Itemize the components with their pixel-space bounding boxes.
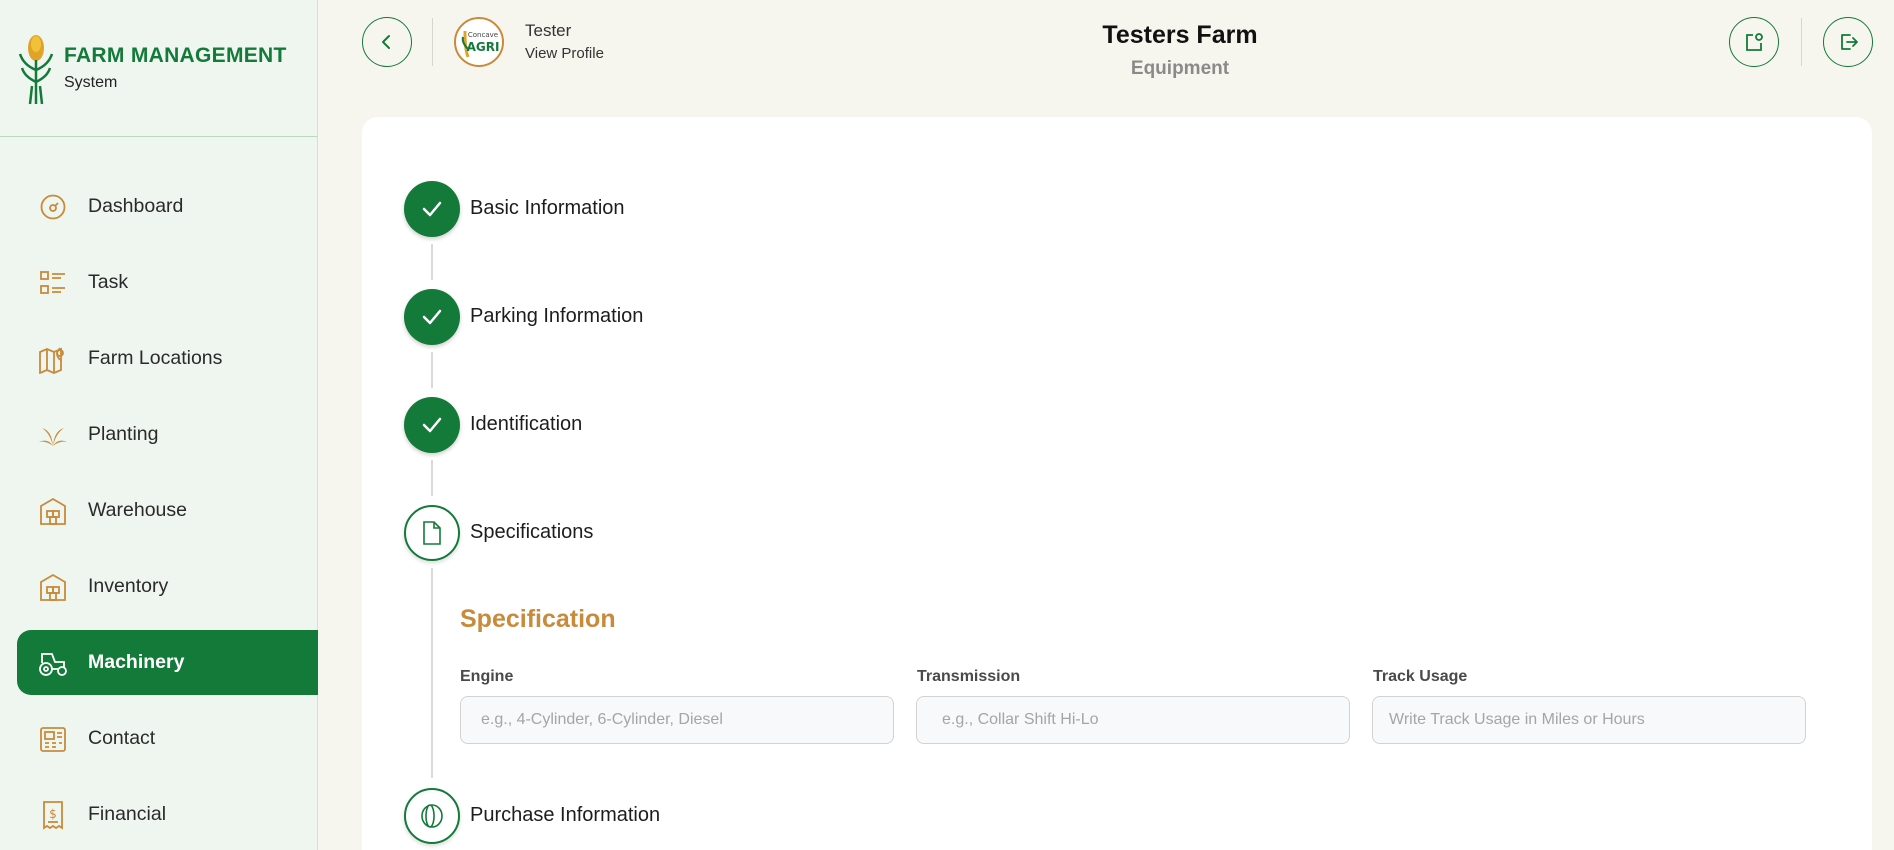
map-pin-icon (38, 344, 68, 374)
contact-book-icon (38, 724, 68, 754)
specification-section-title: Specification (460, 605, 616, 633)
avatar-text-bottom: AGRI (467, 40, 500, 54)
header-divider (432, 18, 433, 66)
sidebar-item-label: Contact (88, 727, 156, 749)
receipt-dollar-icon: $ (38, 800, 68, 830)
sidebar-item-warehouse[interactable]: Warehouse (17, 478, 318, 543)
page-title: Equipment (1130, 58, 1230, 79)
sidebar-item-label: Inventory (88, 575, 169, 597)
track-usage-label: Track Usage (1373, 668, 1468, 685)
sidebar-item-label: Machinery (88, 651, 185, 673)
step-connector (431, 568, 433, 778)
inventory-icon (38, 572, 68, 602)
track-usage-input[interactable] (1372, 696, 1806, 744)
check-icon (422, 309, 442, 325)
sidebar-item-planting[interactable]: Planting (17, 402, 318, 467)
step-purchase-information-label[interactable]: Purchase Information (470, 804, 660, 827)
transmission-input[interactable] (916, 696, 1350, 744)
share-button[interactable] (1729, 17, 1779, 67)
warehouse-icon (38, 496, 68, 526)
share-icon (1746, 33, 1763, 51)
step-identification-label[interactable]: Identification (470, 413, 582, 436)
sidebar-item-inventory[interactable]: Inventory (17, 554, 318, 619)
view-profile-link[interactable]: View Profile (525, 45, 604, 62)
sidebar-nav: Dashboard Task Farm Locations Planting W… (17, 174, 318, 850)
step-identification-indicator[interactable] (404, 397, 460, 453)
step-specifications-label[interactable]: Specifications (470, 521, 593, 544)
step-parking-information-label[interactable]: Parking Information (470, 305, 643, 328)
document-icon (423, 521, 441, 545)
header-divider (1801, 18, 1802, 66)
concave-agri-logo-icon: Concave AGRI (457, 20, 501, 64)
step-basic-information-label[interactable]: Basic Information (470, 197, 625, 220)
sidebar-item-label: Farm Locations (88, 347, 223, 369)
user-name: Tester (525, 21, 572, 40)
sidebar-item-label: Warehouse (88, 499, 187, 521)
dashboard-icon (38, 192, 68, 222)
sidebar-item-machinery[interactable]: Machinery (17, 630, 318, 695)
logout-button[interactable] (1823, 17, 1873, 67)
farm-title: Testers Farm (1102, 21, 1258, 49)
sidebar-item-financial[interactable]: $ Financial (17, 782, 318, 847)
brand: FARM MANAGEMENT System (0, 0, 317, 137)
sidebar-item-dashboard[interactable]: Dashboard (17, 174, 318, 239)
task-list-icon (38, 268, 68, 298)
sidebar-item-task[interactable]: Task (17, 250, 318, 315)
chevron-left-icon (382, 35, 390, 49)
sidebar-item-farm-locations[interactable]: Farm Locations (17, 326, 318, 391)
sidebar-item-label: Planting (88, 423, 159, 445)
check-icon (422, 417, 442, 433)
sidebar-item-contact[interactable]: Contact (17, 706, 318, 771)
step-specifications-indicator[interactable] (404, 505, 460, 561)
transmission-label: Transmission (917, 668, 1021, 685)
plant-icon (38, 420, 68, 450)
sidebar-item-label: Task (88, 271, 129, 293)
step-purchase-information-indicator[interactable] (404, 788, 460, 844)
engine-input[interactable] (460, 696, 894, 744)
step-connector (431, 244, 433, 280)
engine-label: Engine (460, 668, 514, 685)
sidebar: FARM MANAGEMENT System Dashboard Task Fa… (0, 0, 318, 850)
check-icon (422, 201, 442, 217)
tractor-icon (38, 648, 68, 678)
avatar-text-top: Concave (468, 31, 498, 39)
step-connector (431, 460, 433, 496)
avatar[interactable]: Concave AGRI (454, 17, 504, 67)
sidebar-item-label: Dashboard (88, 195, 184, 217)
step-basic-information-indicator[interactable] (404, 181, 460, 237)
back-button[interactable] (362, 17, 412, 67)
svg-text:$: $ (49, 807, 57, 821)
brand-subtitle: System (64, 74, 118, 91)
wheat-logo-icon (18, 35, 54, 105)
logout-icon (1841, 34, 1858, 50)
step-connector (431, 352, 433, 388)
step-parking-information-indicator[interactable] (404, 289, 460, 345)
sidebar-item-label: Financial (88, 803, 167, 825)
coin-icon (421, 804, 443, 828)
brand-title: FARM MANAGEMENT (64, 44, 287, 67)
